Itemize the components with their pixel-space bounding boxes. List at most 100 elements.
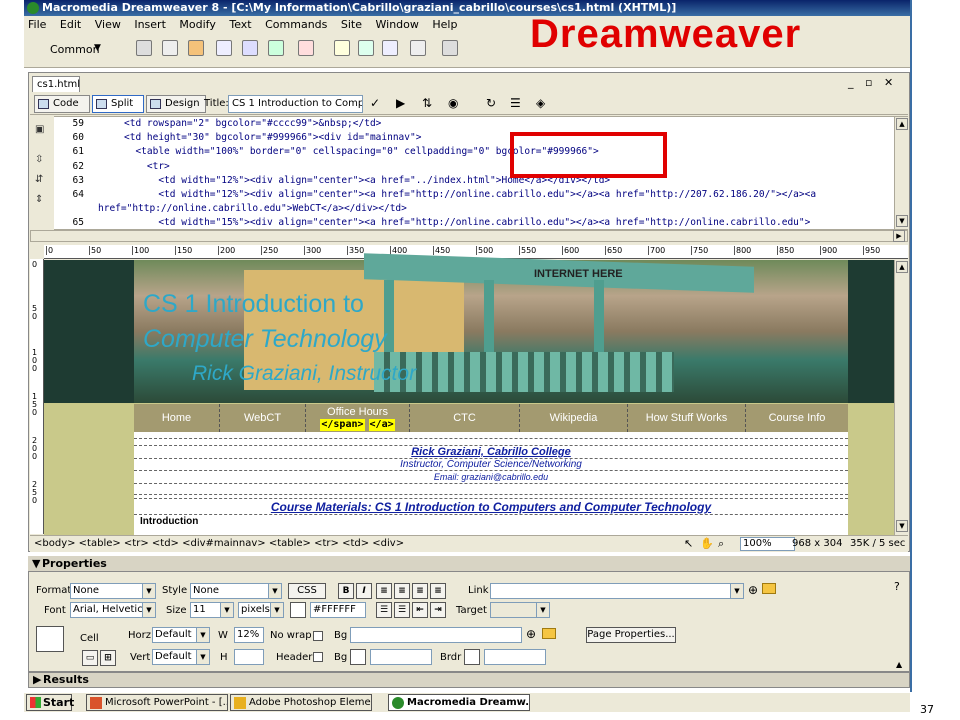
results-panel-header[interactable]: ▶ Results [28, 672, 910, 688]
nav-office-hours[interactable]: Office Hours </span> </a> [306, 404, 410, 432]
bg-color-input[interactable] [370, 649, 432, 665]
scroll-up-icon[interactable]: ▲ [896, 118, 908, 130]
window-size[interactable]: 968 x 304 [792, 536, 842, 552]
collapse-triangle-icon[interactable]: ▼ [32, 556, 40, 571]
scroll-right-icon[interactable]: ▶ [893, 230, 905, 242]
browse-folder-icon[interactable] [542, 628, 556, 639]
size-select[interactable]: 11 [190, 602, 234, 618]
start-button[interactable]: Start [26, 694, 74, 711]
layer-icon[interactable] [242, 40, 258, 56]
menu-commands[interactable]: Commands [265, 18, 327, 31]
table-icon[interactable] [216, 40, 232, 56]
page-properties-button[interactable]: Page Properties... [586, 627, 676, 643]
menu-text[interactable]: Text [229, 18, 251, 31]
align-justify-icon[interactable]: ≡ [430, 583, 446, 599]
expand-all-icon[interactable]: ⇕ [35, 194, 47, 206]
properties-header[interactable]: ▼ Properties [28, 556, 910, 572]
tag-selector[interactable]: <body> <table> <tr> <td> <div#mainnav> <… [34, 536, 404, 552]
code-line[interactable]: <td rowspan="2" bgcolor="#cccc99">&nbsp;… [98, 117, 890, 131]
indent-icon[interactable]: ⇥ [430, 602, 446, 618]
expand-triangle-icon[interactable]: ▶ [33, 673, 41, 687]
css-button[interactable]: CSS [288, 583, 326, 599]
taskbar-dreamweaver[interactable]: Macromedia Dreamw... [388, 694, 530, 711]
code-line[interactable]: <td height="30" bgcolor="#999966"><div i… [98, 131, 890, 145]
nav-home[interactable]: Home [134, 404, 220, 432]
align-left-icon[interactable]: ≡ [376, 583, 392, 599]
text-color-input[interactable]: #FFFFFF [310, 602, 366, 618]
validate-icon[interactable]: ▶ [396, 96, 405, 110]
refresh-icon[interactable]: ↻ [486, 96, 496, 110]
horz-select[interactable]: Default [152, 627, 210, 643]
head-icon[interactable] [410, 40, 426, 56]
span-close-tag-marker[interactable]: </span> [320, 419, 365, 431]
chevron-down-icon[interactable]: ▼ [94, 43, 101, 53]
width-input[interactable]: 12% [234, 627, 264, 643]
pointer-tool-icon[interactable]: ↖ [684, 536, 693, 552]
code-view-button[interactable]: Code [34, 95, 90, 113]
nav-how-stuff-works[interactable]: How Stuff Works [628, 404, 746, 432]
menu-window[interactable]: Window [376, 18, 419, 31]
menu-edit[interactable]: Edit [60, 18, 81, 31]
split-cell-icon[interactable]: ⊞ [100, 650, 116, 666]
image-icon[interactable] [268, 40, 284, 56]
expand-panel-icon[interactable]: ▲ [896, 660, 902, 669]
hyperlink-icon[interactable] [136, 40, 152, 56]
nav-webct[interactable]: WebCT [220, 404, 306, 432]
taskbar-powerpoint[interactable]: Microsoft PowerPoint - [... [86, 694, 228, 711]
nav-ctc[interactable]: CTC [410, 404, 520, 432]
document-window-controls[interactable]: _ ▫ ✕ [848, 76, 897, 89]
text-color-swatch[interactable] [290, 602, 306, 618]
border-color-input[interactable] [484, 649, 546, 665]
a-close-tag-marker[interactable]: </a> [368, 419, 395, 431]
menu-view[interactable]: View [95, 18, 121, 31]
code-lines[interactable]: <td rowspan="2" bgcolor="#cccc99">&nbsp;… [98, 117, 890, 231]
contact-name[interactable]: Rick Graziani, Cabrillo College [134, 446, 848, 459]
unit-select[interactable]: pixels [238, 602, 284, 618]
hand-tool-icon[interactable]: ✋ [700, 536, 714, 552]
align-right-icon[interactable]: ≡ [412, 583, 428, 599]
view-options-icon[interactable]: ☰ [510, 96, 521, 110]
menu-insert[interactable]: Insert [134, 18, 166, 31]
target-select[interactable] [490, 602, 550, 618]
menu-help[interactable]: Help [432, 18, 457, 31]
link-input[interactable] [490, 583, 744, 599]
taskbar-photoshop[interactable]: Adobe Photoshop Elements [230, 694, 372, 711]
bg-color-swatch[interactable] [350, 649, 366, 665]
scroll-down-icon[interactable]: ▼ [896, 520, 908, 532]
media-icon[interactable] [298, 40, 314, 56]
nav-course-info[interactable]: Course Info [746, 404, 848, 432]
visual-aids-icon[interactable]: ◈ [536, 96, 545, 110]
code-line[interactable]: <tr> [98, 160, 890, 174]
height-input[interactable] [234, 649, 264, 665]
border-color-swatch[interactable] [464, 649, 480, 665]
design-scrollbar[interactable]: ▲ ▼ [894, 260, 908, 535]
comment-icon[interactable] [382, 40, 398, 56]
collapse-selection-icon[interactable]: ⇵ [35, 174, 47, 186]
code-scrollbar[interactable]: ▲ ▼ [894, 117, 908, 229]
server-side-include-icon[interactable] [358, 40, 374, 56]
align-center-icon[interactable]: ≡ [394, 583, 410, 599]
help-icon[interactable]: ? [894, 580, 900, 593]
course-materials-heading[interactable]: Course Materials: CS 1 Introduction to C… [134, 500, 848, 514]
split-view-button[interactable]: Split [92, 95, 144, 113]
bg-image-input[interactable] [350, 627, 522, 643]
collapse-tag-icon[interactable]: ⇳ [35, 154, 47, 166]
menu-site[interactable]: Site [341, 18, 362, 31]
point-to-file-icon[interactable]: ⊕ [526, 627, 536, 641]
preview-browser-icon[interactable]: ◉ [448, 96, 458, 110]
italic-button[interactable]: I [356, 583, 372, 599]
zoom-tool-icon[interactable]: ⌕ [718, 536, 724, 552]
browser-check-icon[interactable]: ✓ [370, 96, 380, 110]
zoom-select[interactable]: 100% [740, 537, 795, 551]
file-management-icon[interactable]: ⇅ [422, 96, 432, 110]
header-checkbox[interactable] [313, 652, 323, 662]
ordered-list-icon[interactable]: ☰ [394, 602, 410, 618]
merge-cells-icon[interactable]: ▭ [82, 650, 98, 666]
named-anchor-icon[interactable] [188, 40, 204, 56]
style-select[interactable]: None [190, 583, 282, 599]
open-documents-icon[interactable]: ▣ [35, 124, 47, 136]
unordered-list-icon[interactable]: ☰ [376, 602, 392, 618]
design-view-button[interactable]: Design [146, 95, 206, 113]
nav-wikipedia[interactable]: Wikipedia [520, 404, 628, 432]
document-title-input[interactable]: CS 1 Introduction to Computer [228, 95, 363, 113]
